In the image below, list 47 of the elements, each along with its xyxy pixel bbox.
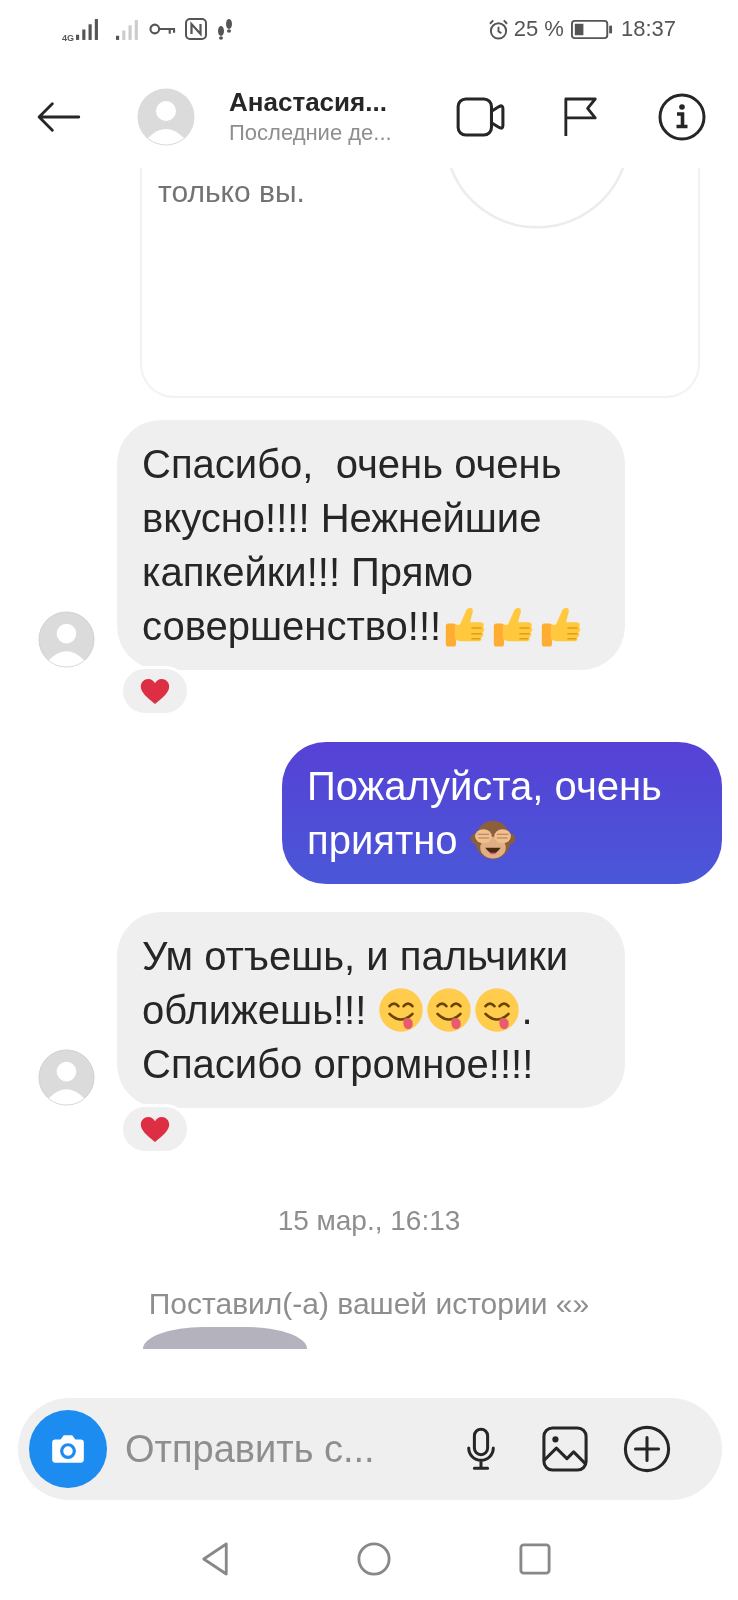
plus-circle-icon [623, 1425, 671, 1473]
smiling-face-tongue-icon [474, 987, 521, 1033]
camera-button[interactable] [29, 1410, 107, 1488]
video-camera-icon [456, 97, 506, 137]
recent-apps-button[interactable] [519, 1543, 551, 1575]
nfc-icon [185, 18, 207, 40]
story-like-notice: Поставил(-а) вашей истории «» [148, 1287, 590, 1321]
gallery-button[interactable] [542, 1426, 588, 1472]
image-icon [542, 1426, 588, 1472]
report-button[interactable] [563, 96, 599, 138]
info-button[interactable] [658, 93, 706, 141]
smiling-face-tongue-icon [378, 987, 425, 1033]
message-timestamp: 15 мар., 16:13 [277, 1205, 461, 1237]
contact-name: Анастасия... [229, 86, 387, 118]
info-icon [658, 93, 706, 141]
circle-home-icon [357, 1542, 391, 1576]
signal-icon [76, 18, 99, 40]
triangle-back-icon [200, 1541, 230, 1577]
smiling-face-tongue-icon [426, 987, 473, 1033]
video-call-button[interactable] [456, 97, 506, 137]
message-text: Ум отъешь, и пальчики оближешь!!! . Спасибо огромное!!!! [142, 933, 570, 1088]
avatar [38, 611, 95, 668]
avatar [38, 1049, 95, 1106]
message-text: Пожалуйста, очень приятно [307, 763, 663, 865]
back-button[interactable] [35, 100, 81, 134]
more-button[interactable] [623, 1425, 671, 1473]
contact-status: Последние де... [229, 119, 392, 147]
camera-icon [49, 1433, 87, 1465]
microphone-icon [464, 1426, 498, 1472]
key-icon [149, 22, 176, 36]
clock-time: 18:37 [620, 16, 676, 42]
battery-percentage: 25 % [513, 16, 564, 42]
alarm-clock-icon [487, 18, 509, 40]
square-recents-icon [519, 1543, 551, 1575]
network-label: 4G [62, 32, 74, 43]
heart-icon [140, 1115, 170, 1143]
signal-icon [116, 18, 141, 40]
battery-icon [570, 18, 613, 40]
heart-icon [140, 677, 170, 705]
card-text: только вы. [157, 174, 305, 210]
footprints-icon [215, 18, 235, 40]
flag-icon [563, 96, 599, 138]
back-arrow-icon [35, 100, 81, 134]
message-text: Спасибо, очень очень вкусно!!!! Нежнейшие капкейки!!! Прямо совершенство!!! [142, 437, 601, 653]
message-input[interactable]: Отправить с... [125, 1424, 445, 1474]
home-button[interactable] [357, 1542, 391, 1576]
voice-message-button[interactable] [464, 1426, 498, 1472]
